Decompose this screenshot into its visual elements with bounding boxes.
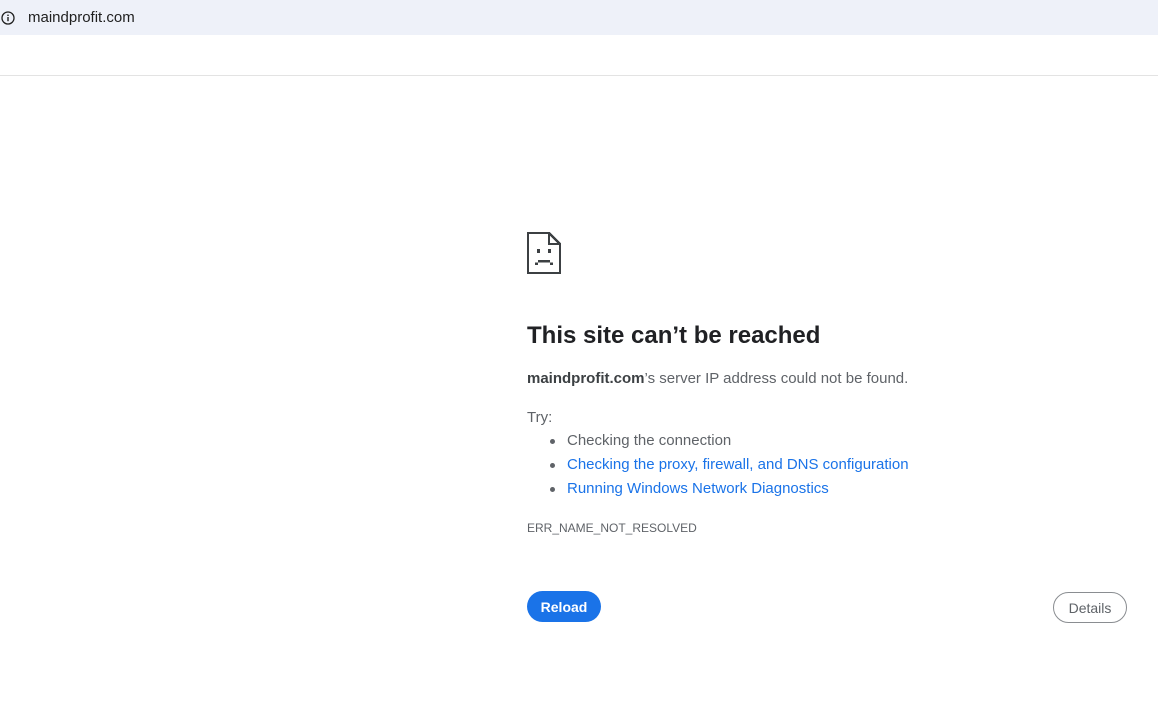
try-label: Try:: [527, 409, 553, 426]
list-item: Running Windows Network Diagnostics: [527, 480, 909, 504]
list-item: Checking the connection: [527, 432, 909, 456]
sad-page-icon: [526, 231, 562, 275]
reload-button[interactable]: Reload: [527, 591, 601, 622]
list-item: Checking the proxy, firewall, and DNS co…: [527, 456, 909, 480]
suggestion-checking-connection: Checking the connection: [567, 432, 732, 449]
details-button[interactable]: Details: [1053, 592, 1127, 623]
info-circle-icon[interactable]: [1, 11, 15, 25]
page-title: This site can’t be reached: [527, 322, 821, 349]
address-bar[interactable]: maindprofit.com: [0, 0, 1158, 35]
url-text[interactable]: maindprofit.com: [28, 9, 135, 27]
suggestion-network-diagnostics-link[interactable]: Running Windows Network Diagnostics: [567, 480, 829, 497]
error-message-text: ’s server IP address could not be found.: [644, 370, 909, 387]
suggestion-list: Checking the connection Checking the pro…: [527, 432, 909, 504]
toolbar-divider: [0, 75, 1158, 76]
error-host: maindprofit.com: [527, 370, 645, 387]
suggestion-proxy-firewall-dns-link[interactable]: Checking the proxy, firewall, and DNS co…: [567, 456, 909, 473]
error-message: maindprofit.com’s server IP address coul…: [527, 370, 908, 388]
error-code: ERR_NAME_NOT_RESOLVED: [527, 521, 697, 535]
